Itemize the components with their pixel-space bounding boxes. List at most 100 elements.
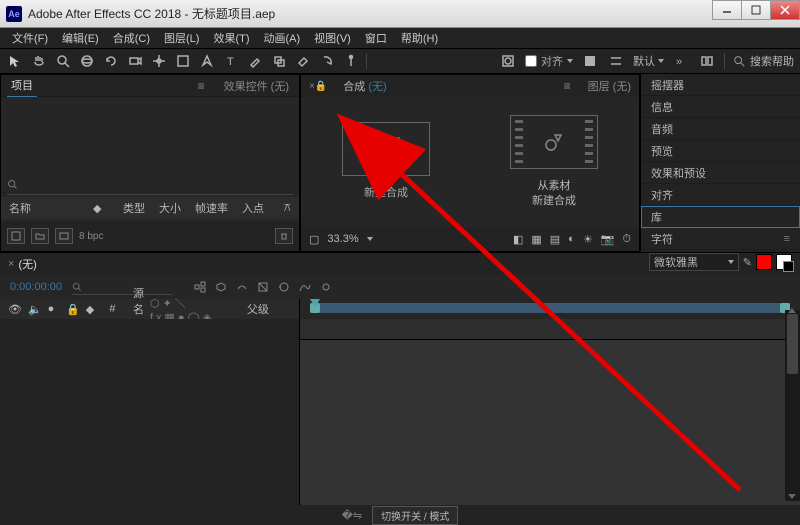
col-in[interactable]: 入点 — [242, 200, 264, 216]
timeline-tab[interactable]: (无) — [14, 253, 40, 275]
new-folder-button[interactable] — [31, 228, 49, 244]
col-number[interactable]: # — [109, 303, 127, 315]
flowchart-icon[interactable]: ⚻ — [284, 202, 291, 215]
menu-window[interactable]: 窗口 — [359, 28, 393, 48]
hand-tool[interactable] — [30, 52, 48, 70]
mask-toggle-icon[interactable]: ▢ — [309, 233, 319, 246]
menu-file[interactable]: 文件(F) — [6, 28, 54, 48]
new-from-footage-card[interactable]: 从素材新建合成 — [510, 115, 598, 210]
interpret-footage-button[interactable] — [7, 228, 25, 244]
snap-caret-icon[interactable] — [567, 59, 573, 63]
resolution-icon[interactable]: ◧ — [513, 233, 523, 246]
time-ruler[interactable] — [300, 299, 800, 319]
timeline-search[interactable] — [72, 279, 172, 295]
col-visibility-icon[interactable]: 👁 — [8, 303, 22, 316]
panel-align[interactable]: 对齐 — [641, 184, 800, 206]
comp-panel-menu-icon[interactable]: ≡ — [564, 79, 572, 93]
search-help-input[interactable]: 搜索帮助 — [750, 53, 794, 69]
delete-button[interactable] — [275, 228, 293, 244]
draft-3d-icon[interactable] — [213, 279, 229, 295]
menu-edit[interactable]: 编辑(E) — [56, 28, 105, 48]
col-tag-icon[interactable]: ◆ — [93, 202, 109, 215]
zoom-level[interactable]: 33.3% — [327, 233, 358, 245]
fill-icon[interactable] — [581, 52, 599, 70]
new-comp-button[interactable] — [55, 228, 73, 244]
brush-tool[interactable] — [246, 52, 264, 70]
guide-icon[interactable]: ▤ — [550, 233, 560, 246]
orbit-tool[interactable] — [78, 52, 96, 70]
shy-icon[interactable] — [234, 279, 250, 295]
timecode-icon[interactable]: ⏱ — [622, 233, 631, 246]
workspace-overflow-icon[interactable]: » — [672, 52, 690, 70]
col-parent[interactable]: 父级 — [247, 301, 291, 317]
timeline-layer-list[interactable] — [0, 319, 300, 505]
rotate-tool[interactable] — [102, 52, 120, 70]
panel-library[interactable]: 库 — [641, 206, 800, 228]
menu-animation[interactable]: 动画(A) — [258, 28, 307, 48]
menu-help[interactable]: 帮助(H) — [395, 28, 444, 48]
col-type[interactable]: 类型 — [123, 200, 145, 216]
scroll-up-icon[interactable] — [788, 308, 796, 313]
unknown-toggle-icon[interactable] — [607, 52, 625, 70]
current-timecode[interactable]: 0:00:00:00 — [10, 281, 62, 293]
playhead-icon[interactable] — [310, 299, 320, 307]
panel-audio[interactable]: 音频 — [641, 118, 800, 140]
panel-settings-icon[interactable] — [698, 52, 716, 70]
channel-icon[interactable]: ◐ — [568, 233, 575, 245]
menu-layer[interactable]: 图层(L) — [158, 28, 205, 48]
project-body[interactable]: 名称 ◆ 类型 大小 帧速率 入点 ⚻ 8 bpc — [1, 97, 299, 251]
puppet-tool[interactable] — [342, 52, 360, 70]
tab-effect-controls[interactable]: 效果控件 (无) — [220, 75, 293, 97]
work-area-bar[interactable] — [310, 303, 790, 313]
stroke-color-swatch[interactable] — [776, 254, 792, 270]
timeline-tracks[interactable] — [300, 319, 800, 505]
toggle-switches-icon[interactable]: �⇋ — [342, 509, 363, 522]
vertical-scrollbar[interactable] — [785, 310, 800, 501]
tab-composition[interactable]: 合成 (无) — [343, 78, 386, 94]
panel-info[interactable]: 信息 — [641, 96, 800, 118]
maximize-button[interactable] — [741, 0, 771, 20]
col-lock-icon[interactable]: 🔒 — [66, 303, 80, 316]
menu-view[interactable]: 视图(V) — [308, 28, 357, 48]
graph-editor-icon[interactable] — [297, 279, 313, 295]
menu-effect[interactable]: 效果(T) — [207, 28, 255, 48]
panel-wiggler[interactable]: 摇摆器 — [641, 74, 800, 96]
composition-viewer[interactable]: 新建合成 从素材新建合成 — [301, 97, 639, 227]
grid-icon[interactable]: ▦ — [531, 233, 541, 246]
col-solo-icon[interactable]: ● — [48, 303, 60, 315]
camera-tool[interactable] — [126, 52, 144, 70]
lock-icon[interactable]: ×🔒 — [309, 81, 327, 92]
frame-blend-icon[interactable] — [255, 279, 271, 295]
anchor-tool[interactable] — [150, 52, 168, 70]
brainstorm-icon[interactable] — [318, 279, 334, 295]
exposure-icon[interactable]: ☀ — [583, 233, 593, 246]
zoom-tool[interactable] — [54, 52, 72, 70]
project-bpc[interactable]: 8 bpc — [79, 231, 103, 242]
scrollbar-thumb[interactable] — [787, 314, 798, 374]
tab-project[interactable]: 项目 — [7, 74, 37, 98]
snapshot-icon[interactable]: 📷 — [601, 233, 615, 246]
project-search[interactable] — [7, 175, 293, 195]
panel-character[interactable]: 字符≡ — [641, 228, 800, 250]
scroll-down-icon[interactable] — [788, 494, 796, 499]
roto-tool[interactable] — [318, 52, 336, 70]
mask-mode-icon[interactable] — [499, 52, 517, 70]
shape-tool[interactable] — [174, 52, 192, 70]
selection-tool[interactable] — [6, 52, 24, 70]
minimize-button[interactable] — [712, 0, 742, 20]
panel-preview[interactable]: 预览 — [641, 140, 800, 162]
panel-effects-presets[interactable]: 效果和预设 — [641, 162, 800, 184]
workspace-dropdown[interactable]: 默认 — [633, 53, 664, 69]
character-menu-icon[interactable]: ≡ — [784, 233, 790, 245]
menu-composition[interactable]: 合成(C) — [107, 28, 156, 48]
col-name[interactable]: 名称 — [9, 200, 79, 216]
clone-tool[interactable] — [270, 52, 288, 70]
tab-layer[interactable]: 图层 (无) — [588, 78, 631, 94]
col-label-icon[interactable]: ◆ — [86, 303, 104, 316]
text-tool[interactable]: T — [222, 52, 240, 70]
col-audio-icon[interactable]: 🔈 — [28, 303, 42, 316]
panel-menu-icon[interactable]: ≡ — [198, 79, 206, 93]
motion-blur-icon[interactable] — [276, 279, 292, 295]
composition-flowchart-icon[interactable] — [192, 279, 208, 295]
zoom-caret-icon[interactable] — [367, 237, 373, 241]
